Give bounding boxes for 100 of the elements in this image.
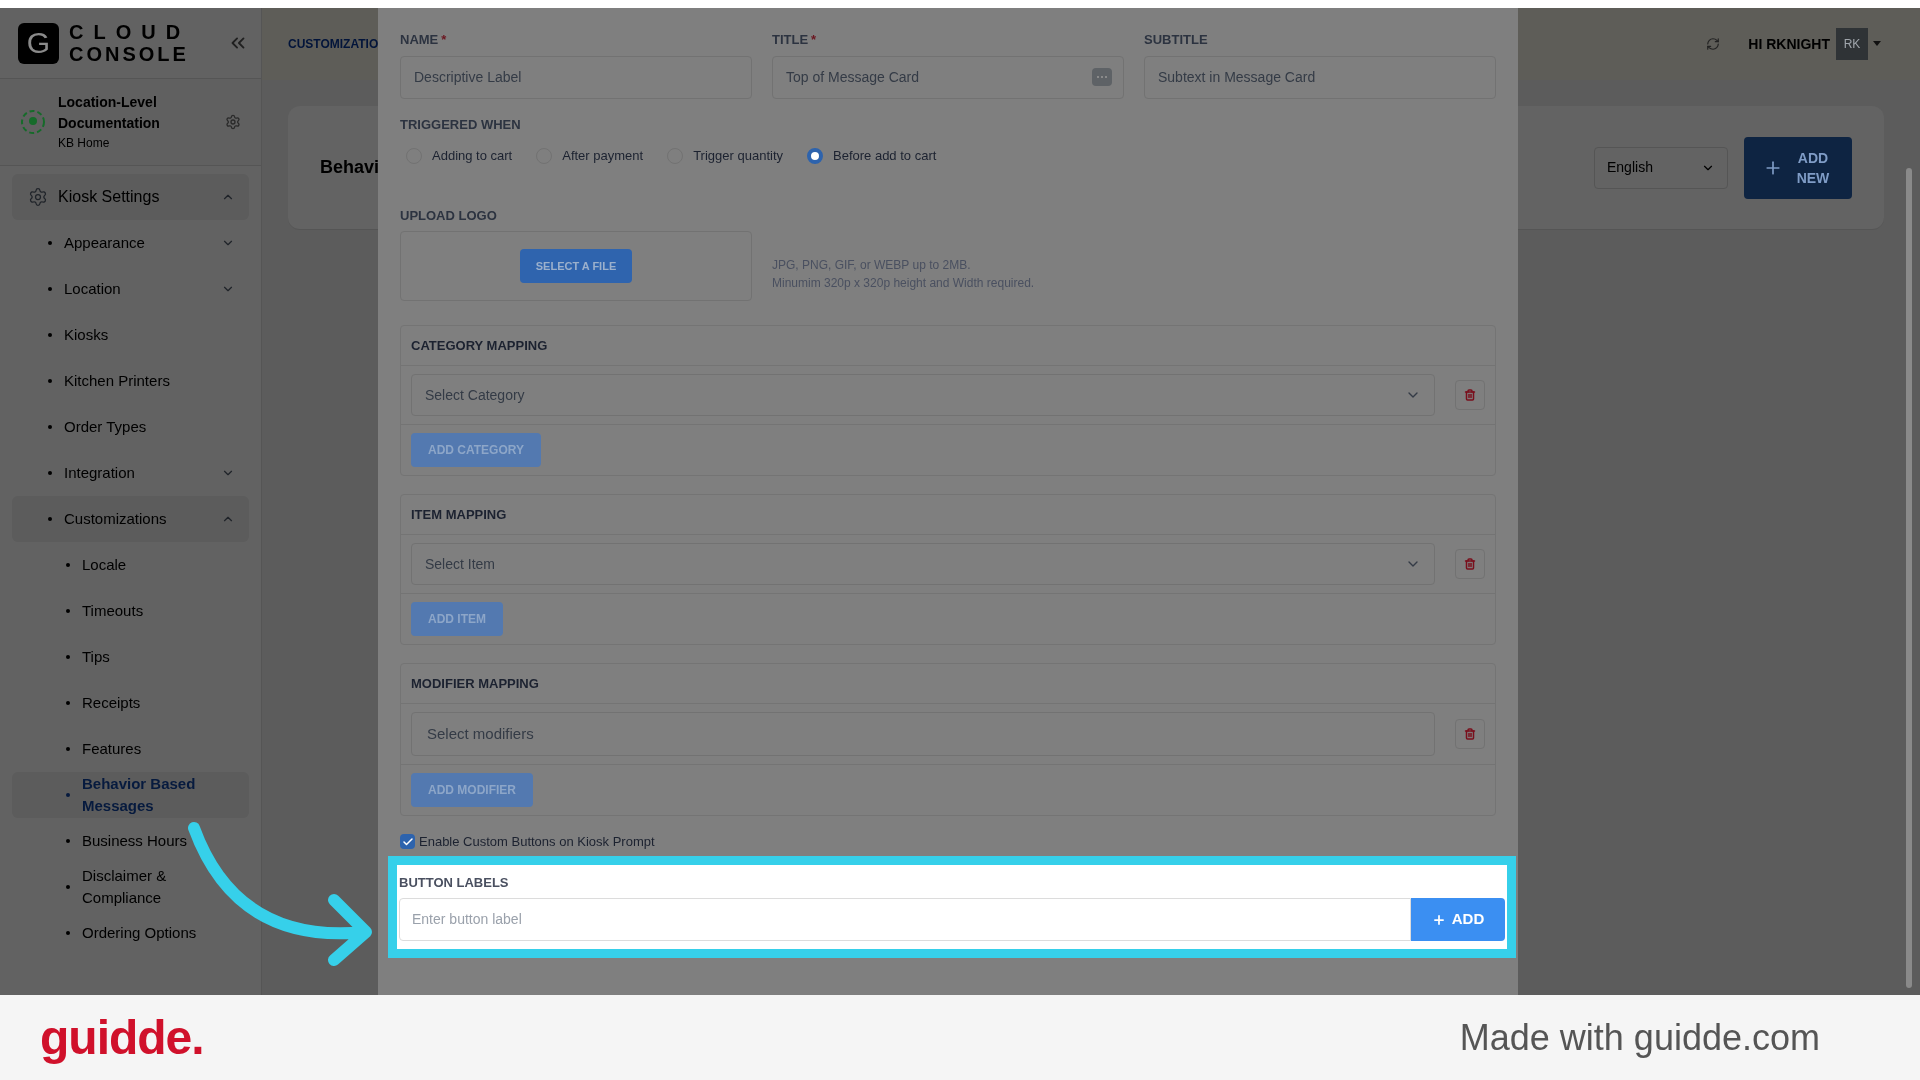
bullet-icon (48, 471, 52, 475)
sidebar-item[interactable]: Business Hours (12, 818, 249, 864)
button-label-field[interactable]: Enter button label (399, 898, 1411, 941)
location-pin-icon (20, 109, 46, 135)
bullet-icon (66, 885, 70, 889)
sidebar-item[interactable]: Locale (12, 542, 249, 588)
trash-icon (1464, 389, 1476, 401)
add-mapping-button[interactable]: ADD CATEGORY (411, 433, 541, 467)
text-field[interactable]: Top of Message Card (772, 55, 1124, 99)
sidebar-label: Location (64, 279, 122, 299)
bullet-icon (48, 425, 52, 429)
avatar[interactable]: RK (1836, 28, 1868, 60)
sidebar-item[interactable]: Receipts (12, 680, 249, 726)
sidebar-label: Kiosk Settings (58, 187, 161, 207)
location-name: Location-Level Documentation (58, 93, 161, 133)
bullet-icon (66, 563, 70, 567)
bullet-icon (66, 931, 70, 935)
sidebar-item[interactable]: Kitchen Printers (12, 358, 249, 404)
add-mapping-button[interactable]: ADD ITEM (411, 602, 503, 636)
language-select[interactable]: English (1594, 146, 1728, 189)
location-card[interactable]: Location-Level Documentation KB Home (0, 78, 261, 166)
sidebar-item[interactable]: Ordering Options (12, 910, 249, 956)
sidebar-label: Business Hours (82, 831, 189, 851)
sidebar-item[interactable]: Kiosks (12, 312, 249, 358)
required-mark: * (441, 31, 447, 49)
brand-name: CLOUD (69, 21, 192, 43)
panel-title: MODIFIER MAPPING (411, 674, 539, 693)
text-field[interactable]: Descriptive Label (400, 55, 752, 99)
multiselect-field[interactable]: Select modifiers (411, 712, 1435, 756)
sidebar-item[interactable]: Location (12, 266, 249, 312)
more-icon[interactable] (1092, 67, 1112, 86)
page-title: Behavi (320, 156, 380, 179)
sidebar-label: Tips (82, 647, 111, 667)
delete-button[interactable] (1455, 380, 1485, 410)
add-button[interactable]: ADD (1411, 898, 1505, 941)
sidebar-item[interactable]: Kiosk Settings (12, 174, 249, 220)
sidebar-label: Disclaimer & Compliance (82, 866, 168, 908)
section-label: UPLOAD LOGO (400, 206, 498, 225)
settings-icon[interactable] (225, 114, 241, 130)
sidebar-label: Appearance (64, 233, 146, 253)
location-subtitle: KB Home (58, 135, 111, 152)
sidebar-item[interactable]: Features (12, 726, 249, 772)
bullet-icon (66, 747, 70, 751)
sidebar-label: Customizations (64, 509, 168, 529)
section-label: TRIGGERED WHEN (400, 115, 522, 134)
radio-option[interactable]: After payment (536, 146, 644, 166)
bullet-icon (66, 655, 70, 659)
radio-option[interactable]: Before add to cart (807, 146, 937, 166)
breadcrumb-link[interactable]: CUSTOMIZATIO (288, 35, 379, 53)
sidebar-label: Features (82, 739, 143, 759)
radio-option[interactable]: Trigger quantity (667, 146, 783, 166)
logo-mark: G (18, 22, 59, 64)
sidebar-label: Kiosks (64, 325, 110, 345)
sidebar-label: Order Types (64, 417, 148, 437)
bullet-icon (48, 517, 52, 521)
delete-button[interactable] (1455, 549, 1485, 579)
trash-icon (1464, 728, 1476, 740)
bullet-icon (48, 241, 52, 245)
bullet-icon (66, 701, 70, 705)
text-field[interactable]: Subtext in Message Card (1144, 55, 1496, 99)
bullet-icon (48, 287, 52, 291)
brand-name: CONSOLE (69, 43, 190, 65)
sidebar-item[interactable]: Disclaimer & Compliance (12, 864, 249, 910)
trash-icon (1464, 558, 1476, 570)
sidebar-label: Kitchen Printers (64, 371, 171, 391)
caret-icon[interactable] (1872, 41, 1882, 47)
footer-logo: guidde. (40, 1009, 204, 1066)
field-label: SUBTITLE (1144, 31, 1208, 49)
sidebar-item[interactable]: Customizations (12, 496, 249, 542)
check-icon (401, 835, 414, 848)
sidebar-label: Ordering Options (82, 923, 198, 943)
delete-button[interactable] (1455, 719, 1485, 749)
bullet-icon (66, 609, 70, 613)
footer-credit: Made with guidde.com (1459, 1015, 1820, 1060)
field-label: BUTTON LABELS (399, 873, 510, 892)
plus-icon (1431, 912, 1446, 927)
sidebar-item[interactable]: Tips (12, 634, 249, 680)
sidebar-item[interactable]: Behavior Based Messages (12, 772, 249, 818)
radio-option[interactable]: Adding to cart (406, 146, 513, 166)
panel-title: ITEM MAPPING (411, 505, 507, 524)
bullet-icon (66, 839, 70, 843)
required-mark: * (811, 31, 817, 49)
sidebar-item[interactable]: Order Types (12, 404, 249, 450)
sidebar-item[interactable]: Appearance (12, 220, 249, 266)
sidebar-label: Integration (64, 463, 136, 483)
custom-buttons-checkbox[interactable]: Enable Custom Buttons on Kiosk Prompt (400, 832, 1496, 852)
sidebar-item[interactable]: Integration (12, 450, 249, 496)
add-new-button[interactable]: ADD NEW (1744, 136, 1852, 199)
sidebar-label: Locale (82, 555, 128, 575)
settings-icon (28, 187, 48, 207)
refresh-icon[interactable] (1706, 37, 1721, 51)
add-mapping-button[interactable]: ADD MODIFIER (411, 773, 533, 807)
sidebar-label: Behavior Based Messages (82, 774, 197, 816)
dropdown-field[interactable]: Select Item (411, 543, 1435, 585)
bullet-icon (48, 379, 52, 383)
dropdown-field[interactable]: Select Category (411, 374, 1435, 416)
select-file-button[interactable]: SELECT A FILE (519, 249, 633, 283)
greeting: HI RKNIGHT (1748, 34, 1830, 54)
bullet-icon (66, 793, 70, 797)
sidebar-item[interactable]: Timeouts (12, 588, 249, 634)
